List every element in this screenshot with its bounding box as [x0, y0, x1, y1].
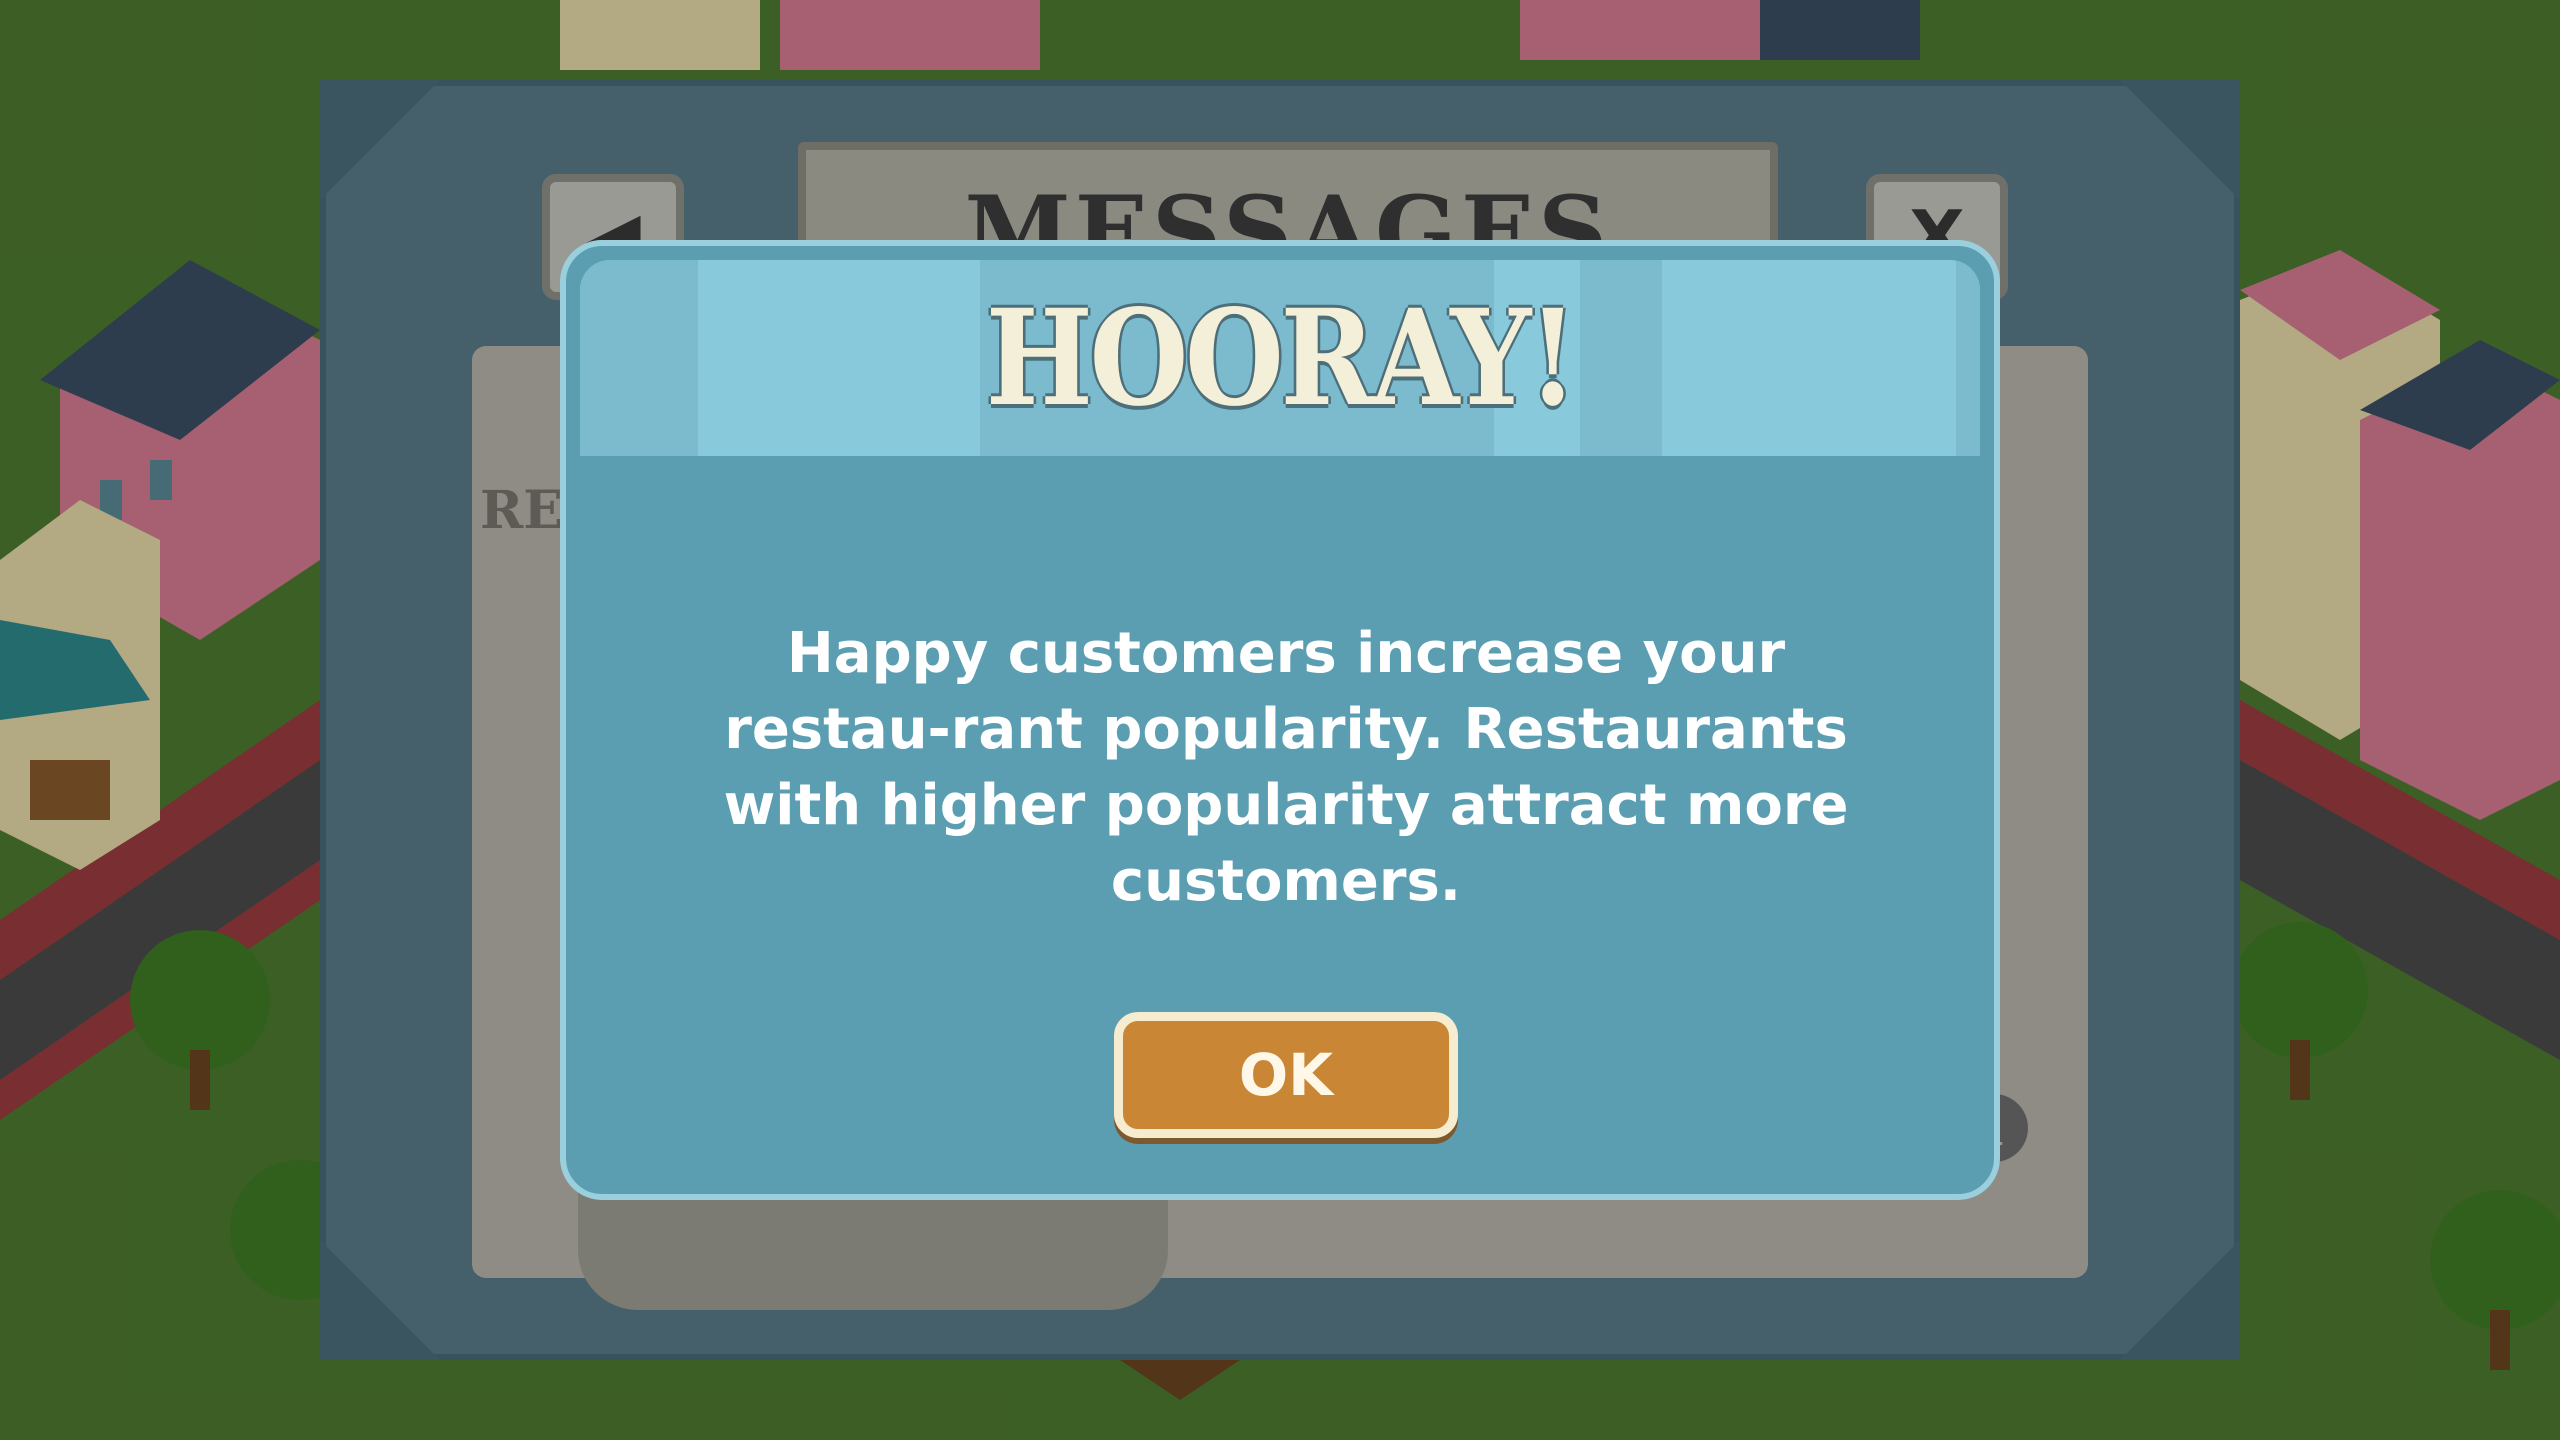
dialog-header: HOORAY!	[580, 260, 1980, 456]
dialog-message: Happy customers increase your restau-ran…	[723, 621, 1849, 914]
dialog-title: HOORAY!	[985, 280, 1578, 436]
messages-tab-left[interactable]: RE	[480, 480, 563, 541]
ok-button[interactable]: OK	[1114, 1012, 1458, 1138]
hooray-dialog: HOORAY! Happy customers increase your re…	[560, 240, 2000, 1200]
